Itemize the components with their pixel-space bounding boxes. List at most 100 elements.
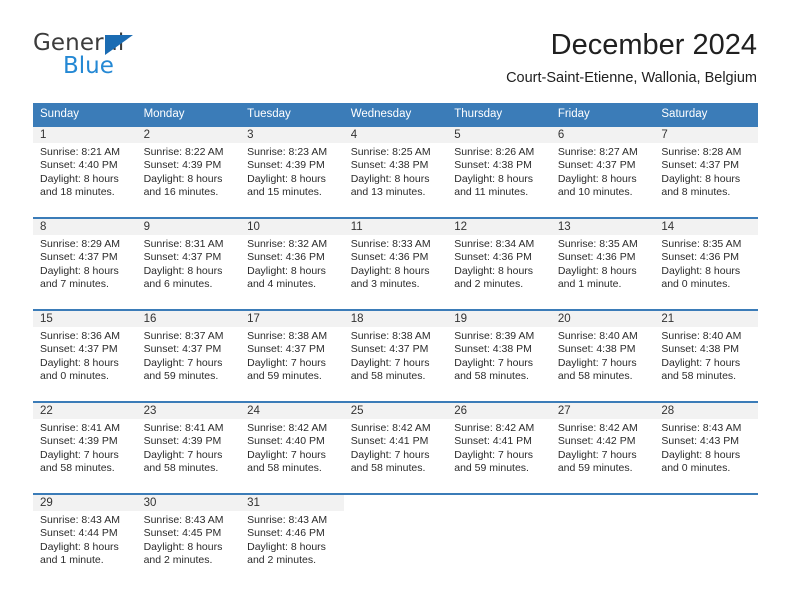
sunset-text: Sunset: 4:40 PM bbox=[247, 435, 325, 448]
day-cell[interactable]: 31 Sunrise: 8:43 AM Sunset: 4:46 PM Dayl… bbox=[240, 493, 344, 581]
sunset-text: Sunset: 4:41 PM bbox=[454, 435, 532, 448]
day-details: Sunrise: 8:36 AM Sunset: 4:37 PM Dayligh… bbox=[33, 327, 137, 384]
day-cell[interactable]: 26 Sunrise: 8:42 AM Sunset: 4:41 PM Dayl… bbox=[447, 401, 551, 489]
day-cell[interactable]: 8 Sunrise: 8:29 AM Sunset: 4:37 PM Dayli… bbox=[33, 217, 137, 305]
sunset-text: Sunset: 4:36 PM bbox=[661, 251, 740, 264]
day-cell[interactable]: 3 Sunrise: 8:23 AM Sunset: 4:39 PM Dayli… bbox=[240, 125, 344, 213]
daylight-text-line2: and 2 minutes. bbox=[143, 554, 213, 567]
sunset-text: Sunset: 4:36 PM bbox=[454, 251, 532, 264]
daylight-text-line2: and 11 minutes. bbox=[454, 186, 529, 199]
day-cell[interactable]: 25 Sunrise: 8:42 AM Sunset: 4:41 PM Dayl… bbox=[343, 401, 448, 489]
day-cell[interactable]: 10 Sunrise: 8:32 AM Sunset: 4:36 PM Dayl… bbox=[240, 217, 344, 305]
daylight-text-line1: Daylight: 8 hours bbox=[143, 264, 223, 277]
sunset-text: Sunset: 4:37 PM bbox=[143, 343, 222, 356]
daylight-text-line2: and 8 minutes. bbox=[661, 186, 731, 199]
day-cell[interactable]: 15 Sunrise: 8:36 AM Sunset: 4:37 PM Dayl… bbox=[33, 309, 137, 397]
day-details: Sunrise: 8:41 AM Sunset: 4:39 PM Dayligh… bbox=[33, 419, 137, 476]
day-cell[interactable]: 1 Sunrise: 8:21 AM Sunset: 4:40 PM Dayli… bbox=[33, 125, 137, 213]
weekday-header-tuesday: Tuesday bbox=[240, 103, 344, 126]
sunrise-text: Sunrise: 8:42 AM bbox=[350, 422, 431, 434]
day-cell[interactable]: 2 Sunrise: 8:22 AM Sunset: 4:39 PM Dayli… bbox=[136, 125, 241, 213]
weekday-header-wednesday: Wednesday bbox=[343, 103, 448, 126]
daylight-text-line2: and 58 minutes. bbox=[350, 370, 426, 383]
day-cell[interactable]: 21 Sunrise: 8:40 AM Sunset: 4:38 PM Dayl… bbox=[654, 309, 758, 397]
day-details: Sunrise: 8:43 AM Sunset: 4:44 PM Dayligh… bbox=[33, 511, 137, 568]
sunset-text: Sunset: 4:39 PM bbox=[40, 435, 118, 448]
daylight-text-line1: Daylight: 8 hours bbox=[40, 356, 119, 369]
daylight-text-line1: Daylight: 8 hours bbox=[247, 540, 326, 553]
daylight-text-line1: Daylight: 7 hours bbox=[661, 356, 741, 369]
day-cell[interactable]: 28 Sunrise: 8:43 AM Sunset: 4:43 PM Dayl… bbox=[654, 401, 758, 489]
day-number: 10 bbox=[240, 219, 344, 235]
daylight-text-line1: Daylight: 7 hours bbox=[40, 448, 119, 461]
day-number: 7 bbox=[654, 127, 758, 143]
day-cell[interactable]: 16 Sunrise: 8:37 AM Sunset: 4:37 PM Dayl… bbox=[136, 309, 241, 397]
day-number: 6 bbox=[550, 127, 655, 143]
day-number: 17 bbox=[240, 311, 344, 327]
daylight-text-line2: and 58 minutes. bbox=[661, 370, 737, 383]
daylight-text-line2: and 59 minutes. bbox=[143, 370, 219, 383]
day-cell[interactable]: 30 Sunrise: 8:43 AM Sunset: 4:45 PM Dayl… bbox=[136, 493, 241, 581]
daylight-text-line2: and 18 minutes. bbox=[40, 186, 115, 199]
daylight-text-line2: and 10 minutes. bbox=[557, 186, 633, 199]
day-number: 24 bbox=[240, 403, 344, 419]
day-number: 18 bbox=[343, 311, 448, 327]
day-cell[interactable]: 20 Sunrise: 8:40 AM Sunset: 4:38 PM Dayl… bbox=[550, 309, 655, 397]
daylight-text-line1: Daylight: 8 hours bbox=[350, 264, 430, 277]
day-cell[interactable]: 14 Sunrise: 8:35 AM Sunset: 4:36 PM Dayl… bbox=[654, 217, 758, 305]
sunrise-text: Sunrise: 8:43 AM bbox=[40, 514, 120, 526]
day-cell[interactable]: 9 Sunrise: 8:31 AM Sunset: 4:37 PM Dayli… bbox=[136, 217, 241, 305]
day-cell[interactable]: 19 Sunrise: 8:39 AM Sunset: 4:38 PM Dayl… bbox=[447, 309, 551, 397]
day-cell[interactable]: 7 Sunrise: 8:28 AM Sunset: 4:37 PM Dayli… bbox=[654, 125, 758, 213]
day-cell[interactable]: 12 Sunrise: 8:34 AM Sunset: 4:36 PM Dayl… bbox=[447, 217, 551, 305]
day-details: Sunrise: 8:34 AM Sunset: 4:36 PM Dayligh… bbox=[447, 235, 551, 292]
sunrise-text: Sunrise: 8:35 AM bbox=[661, 238, 742, 250]
day-cell[interactable]: 17 Sunrise: 8:38 AM Sunset: 4:37 PM Dayl… bbox=[240, 309, 344, 397]
day-number: 3 bbox=[240, 127, 344, 143]
day-cell[interactable]: 13 Sunrise: 8:35 AM Sunset: 4:36 PM Dayl… bbox=[550, 217, 655, 305]
day-cell[interactable]: 11 Sunrise: 8:33 AM Sunset: 4:36 PM Dayl… bbox=[343, 217, 448, 305]
day-cell[interactable]: 22 Sunrise: 8:41 AM Sunset: 4:39 PM Dayl… bbox=[33, 401, 137, 489]
daylight-text-line2: and 2 minutes. bbox=[454, 278, 524, 291]
daylight-text-line1: Daylight: 8 hours bbox=[454, 172, 534, 185]
day-cell[interactable]: 5 Sunrise: 8:26 AM Sunset: 4:38 PM Dayli… bbox=[447, 125, 551, 213]
day-number: 12 bbox=[447, 219, 551, 235]
sunrise-text: Sunrise: 8:39 AM bbox=[454, 330, 535, 342]
day-details: Sunrise: 8:35 AM Sunset: 4:36 PM Dayligh… bbox=[654, 235, 758, 292]
sunrise-text: Sunrise: 8:27 AM bbox=[557, 146, 638, 158]
daylight-text-line1: Daylight: 7 hours bbox=[143, 356, 223, 369]
sunrise-text: Sunrise: 8:26 AM bbox=[454, 146, 535, 158]
sunrise-text: Sunrise: 8:42 AM bbox=[247, 422, 328, 434]
page-title: December 2024 bbox=[550, 29, 757, 61]
sunset-text: Sunset: 4:41 PM bbox=[350, 435, 429, 448]
daylight-text-line2: and 2 minutes. bbox=[247, 554, 317, 567]
day-cell[interactable]: 4 Sunrise: 8:25 AM Sunset: 4:38 PM Dayli… bbox=[343, 125, 448, 213]
day-cell-empty bbox=[550, 493, 655, 581]
day-details: Sunrise: 8:42 AM Sunset: 4:40 PM Dayligh… bbox=[240, 419, 344, 476]
daylight-text-line2: and 0 minutes. bbox=[661, 462, 731, 475]
day-number: 5 bbox=[447, 127, 551, 143]
day-cell[interactable]: 18 Sunrise: 8:38 AM Sunset: 4:37 PM Dayl… bbox=[343, 309, 448, 397]
day-number: 23 bbox=[136, 403, 241, 419]
sunset-text: Sunset: 4:37 PM bbox=[350, 343, 429, 356]
day-details: Sunrise: 8:25 AM Sunset: 4:38 PM Dayligh… bbox=[344, 143, 448, 200]
day-number: 20 bbox=[550, 311, 655, 327]
sunrise-text: Sunrise: 8:36 AM bbox=[40, 330, 120, 342]
sunset-text: Sunset: 4:38 PM bbox=[557, 343, 636, 356]
sunrise-text: Sunrise: 8:38 AM bbox=[350, 330, 431, 342]
day-cell[interactable]: 29 Sunrise: 8:43 AM Sunset: 4:44 PM Dayl… bbox=[33, 493, 137, 581]
day-cell[interactable]: 27 Sunrise: 8:42 AM Sunset: 4:42 PM Dayl… bbox=[550, 401, 655, 489]
day-number: 30 bbox=[136, 495, 241, 511]
generalblue-logo: General Blue bbox=[33, 30, 213, 79]
day-cell[interactable]: 24 Sunrise: 8:42 AM Sunset: 4:40 PM Dayl… bbox=[240, 401, 344, 489]
sunrise-text: Sunrise: 8:32 AM bbox=[247, 238, 328, 250]
day-number bbox=[654, 495, 758, 511]
day-details: Sunrise: 8:39 AM Sunset: 4:38 PM Dayligh… bbox=[447, 327, 551, 384]
daylight-text-line2: and 58 minutes. bbox=[143, 462, 219, 475]
daylight-text-line2: and 1 minute. bbox=[40, 554, 104, 567]
daylight-text-line2: and 58 minutes. bbox=[350, 462, 426, 475]
daylight-text-line2: and 58 minutes. bbox=[247, 462, 322, 475]
day-cell[interactable]: 23 Sunrise: 8:41 AM Sunset: 4:39 PM Dayl… bbox=[136, 401, 241, 489]
day-cell[interactable]: 6 Sunrise: 8:27 AM Sunset: 4:37 PM Dayli… bbox=[550, 125, 655, 213]
sunrise-text: Sunrise: 8:25 AM bbox=[350, 146, 431, 158]
